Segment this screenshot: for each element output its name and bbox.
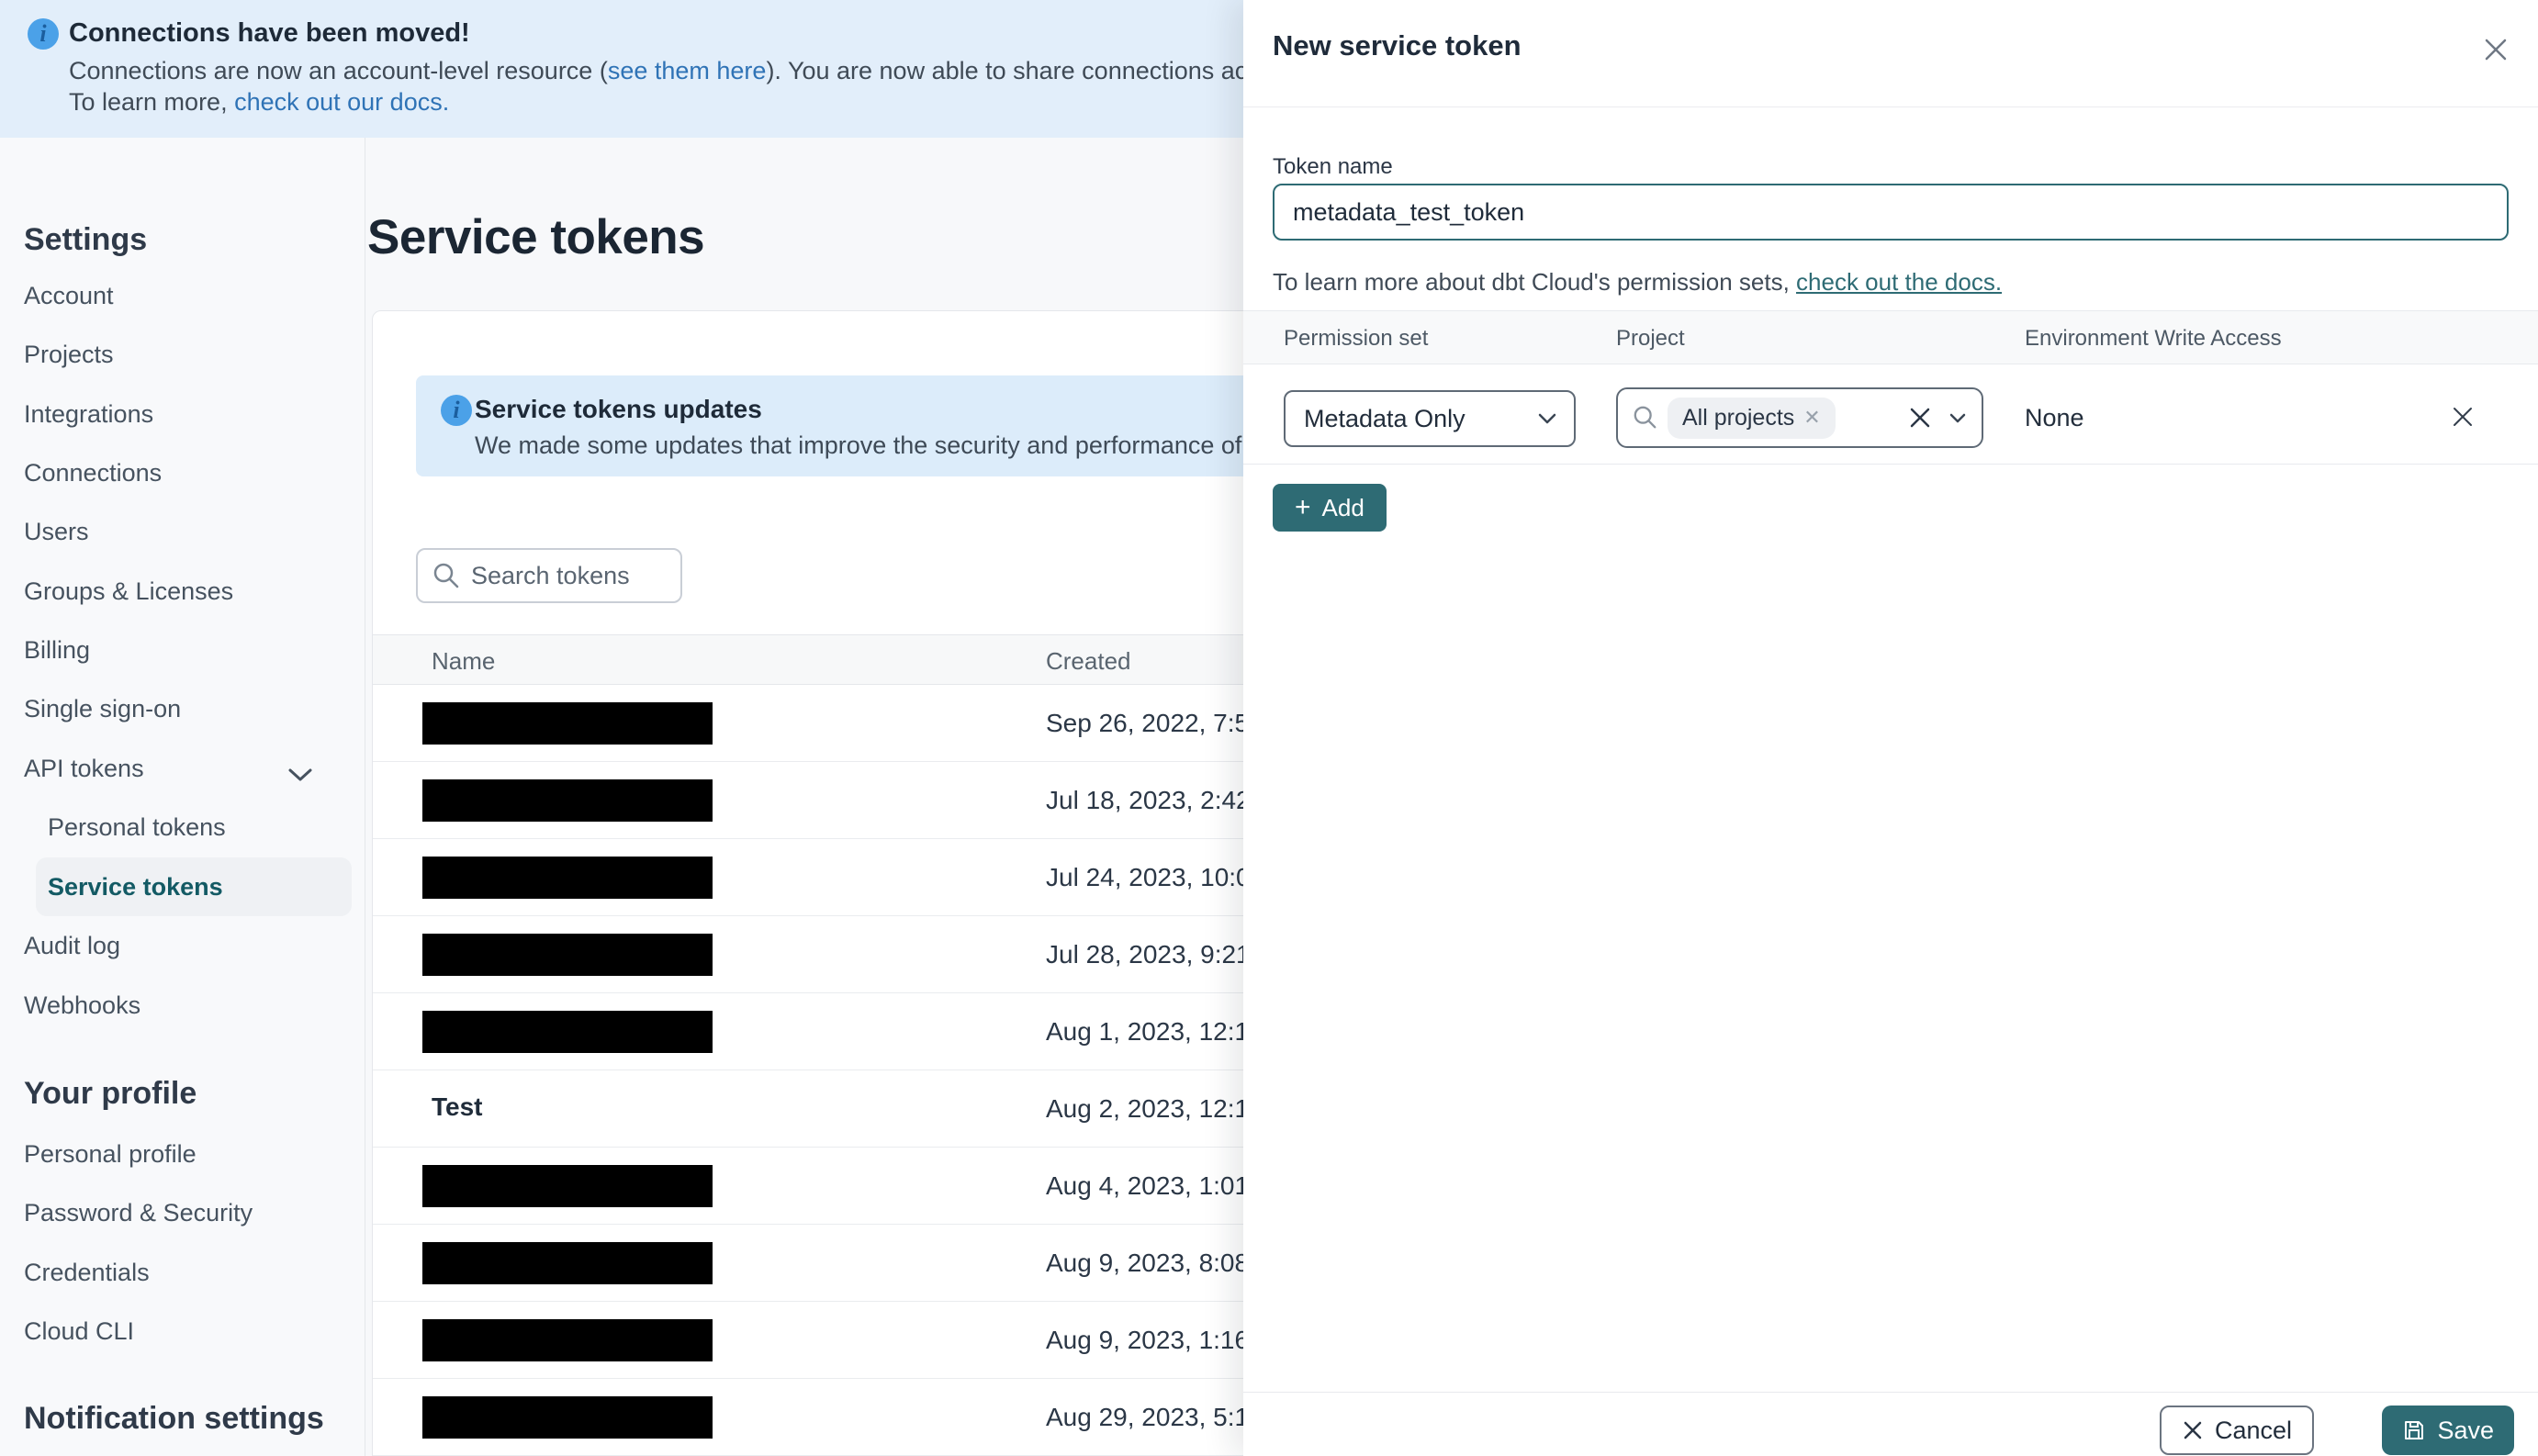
sidebar-item-service-tokens[interactable]: Service tokens <box>36 857 352 916</box>
chevron-down-icon[interactable] <box>1948 412 1967 424</box>
redacted-token-name[interactable] <box>422 1165 713 1207</box>
remove-permission-row-icon[interactable] <box>2446 400 2479 433</box>
redacted-token-name[interactable] <box>422 1011 713 1053</box>
plus-icon: + <box>1295 492 1311 522</box>
cancel-button[interactable]: Cancel <box>2159 1406 2314 1455</box>
chevron-down-icon <box>1538 413 1556 424</box>
sidebar-item-projects[interactable]: Projects <box>0 325 365 384</box>
banner-line2-text: To learn more, <box>69 88 235 116</box>
permission-docs-line: To learn more about dbt Cloud's permissi… <box>1273 268 2003 296</box>
column-header-env-write-access: Environment Write Access <box>2025 326 2282 351</box>
banner-line1-text: Connections are now an account-level res… <box>69 57 608 84</box>
sidebar-item-single-sign-on[interactable]: Single sign-on <box>0 679 365 738</box>
close-icon[interactable] <box>2477 31 2514 68</box>
permissions-table-header: Permission set Project Environment Write… <box>1243 310 2538 364</box>
token-name-input[interactable] <box>1273 184 2509 241</box>
check-out-the-docs-link[interactable]: check out the docs. <box>1796 268 2002 296</box>
sidebar-header-your-profile: Your profile <box>24 1076 197 1111</box>
settings-sidebar: Settings Account Projects Integrations C… <box>0 138 365 1456</box>
sidebar-item-account[interactable]: Account <box>0 266 365 325</box>
page-title: Service tokens <box>367 210 705 264</box>
sidebar-item-integrations[interactable]: Integrations <box>0 385 365 443</box>
sidebar-item-webhooks[interactable]: Webhooks <box>0 976 365 1035</box>
column-header-name: Name <box>432 647 496 675</box>
token-name-link[interactable]: Test <box>432 1092 483 1122</box>
info-icon: i <box>441 395 472 426</box>
save-button[interactable]: Save <box>2382 1406 2514 1455</box>
see-them-here-link[interactable]: see them here <box>608 57 767 84</box>
check-out-docs-link[interactable]: check out our docs. <box>234 88 449 116</box>
save-disk-icon <box>2405 1421 2424 1439</box>
sidebar-item-groups-licenses[interactable]: Groups & Licenses <box>0 562 365 621</box>
search-input[interactable] <box>471 561 664 590</box>
sidebar-item-api-tokens[interactable]: API tokens <box>0 739 365 798</box>
add-permission-button[interactable]: + Add <box>1273 484 1387 532</box>
redacted-token-name[interactable] <box>422 934 713 976</box>
remove-chip-icon[interactable]: ✕ <box>1803 408 1820 428</box>
search-tokens-field[interactable] <box>416 548 682 603</box>
new-service-token-panel: New service token Token name To learn mo… <box>1243 0 2538 1456</box>
banner-text-line2: To learn more, check out our docs. <box>69 88 449 117</box>
sidebar-item-users[interactable]: Users <box>0 502 365 561</box>
project-combobox[interactable]: All projects ✕ <box>1616 387 1983 448</box>
column-header-permission-set: Permission set <box>1284 326 1429 351</box>
permission-set-select[interactable]: Metadata Only <box>1284 390 1576 447</box>
column-header-project: Project <box>1616 326 1685 351</box>
permission-set-value: Metadata Only <box>1304 404 1466 432</box>
clear-selection-icon[interactable] <box>1908 406 1932 430</box>
chip-label: All projects <box>1682 404 1795 431</box>
redacted-token-name[interactable] <box>422 1242 713 1284</box>
sidebar-header-settings: Settings <box>24 222 148 257</box>
panel-header: New service token <box>1243 0 2538 107</box>
redacted-token-name[interactable] <box>422 1396 713 1439</box>
sidebar-item-personal-profile[interactable]: Personal profile <box>0 1125 365 1183</box>
redacted-token-name[interactable] <box>422 779 713 822</box>
infobox-title: Service tokens updates <box>475 395 762 423</box>
info-icon: i <box>28 18 59 50</box>
sidebar-item-billing[interactable]: Billing <box>0 621 365 679</box>
token-name-label: Token name <box>1273 154 1393 179</box>
redacted-token-name[interactable] <box>422 857 713 899</box>
panel-footer: Cancel Save <box>1243 1392 2538 1456</box>
chevron-down-icon <box>286 761 314 790</box>
close-icon <box>2184 1421 2202 1439</box>
search-icon <box>1634 406 1656 429</box>
sidebar-item-password-security[interactable]: Password & Security <box>0 1183 365 1242</box>
sidebar-item-audit-log[interactable]: Audit log <box>0 916 365 975</box>
redacted-token-name[interactable] <box>422 702 713 745</box>
panel-title: New service token <box>1273 29 1522 62</box>
all-projects-chip: All projects ✕ <box>1668 397 1836 439</box>
sidebar-item-personal-tokens[interactable]: Personal tokens <box>0 798 365 857</box>
sidebar-item-credentials[interactable]: Credentials <box>0 1243 365 1302</box>
banner-title: Connections have been moved! <box>69 18 470 48</box>
redacted-token-name[interactable] <box>422 1319 713 1361</box>
sidebar-header-notification-settings: Notification settings <box>24 1401 324 1436</box>
sidebar-item-connections[interactable]: Connections <box>0 443 365 502</box>
search-icon <box>433 563 459 588</box>
sidebar-item-cloud-cli[interactable]: Cloud CLI <box>0 1302 365 1361</box>
column-header-created: Created <box>1046 647 1131 675</box>
app-root: i Connections have been moved! Connectio… <box>0 0 2538 1456</box>
environment-write-access-value: None <box>2025 404 2084 431</box>
divider <box>1243 464 2538 465</box>
